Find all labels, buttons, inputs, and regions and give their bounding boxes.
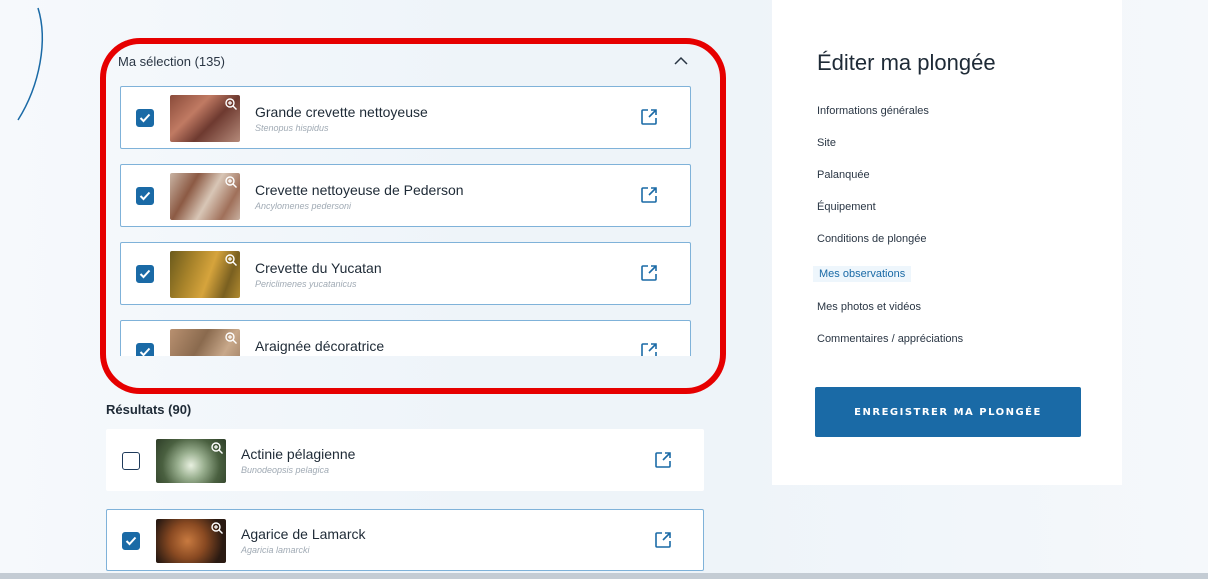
species-thumbnail bbox=[156, 519, 226, 563]
zoom-in-icon[interactable] bbox=[224, 331, 238, 345]
list-item[interactable]: Agarice de Lamarck Agaricia lamarcki bbox=[106, 509, 704, 571]
species-thumbnail bbox=[170, 329, 240, 356]
species-common-name: Grande crevette nettoyeuse bbox=[255, 104, 428, 120]
zoom-in-icon[interactable] bbox=[210, 441, 224, 455]
checkbox-checked-icon[interactable] bbox=[122, 532, 140, 550]
list-item[interactable]: Actinie pélagienne Bunodeopsis pelagica bbox=[106, 429, 704, 491]
species-names: Actinie pélagienne Bunodeopsis pelagica bbox=[241, 446, 355, 475]
species-latin-name: Bunodeopsis pelagica bbox=[241, 465, 330, 475]
species-thumbnail bbox=[170, 173, 240, 220]
zoom-in-icon[interactable] bbox=[224, 175, 238, 189]
selection-title: Ma sélection (135) bbox=[118, 53, 225, 69]
edit-dive-panel: Éditer ma plongée Informations générales… bbox=[772, 0, 1122, 485]
selection-header[interactable]: Ma sélection (135) bbox=[118, 50, 690, 72]
species-names: Crevette nettoyeuse de Pederson Ancylome… bbox=[255, 182, 464, 211]
species-names: Agarice de Lamarck Agaricia lamarcki bbox=[241, 526, 366, 555]
checkbox-checked-icon[interactable] bbox=[136, 187, 154, 205]
species-latin-name: Agaricia lamarcki bbox=[241, 545, 310, 555]
save-dive-button[interactable]: ENREGISTRER MA PLONGÉE bbox=[815, 387, 1081, 437]
list-item[interactable]: Crevette nettoyeuse de Pederson Ancylome… bbox=[120, 164, 691, 227]
nav-item-commentaires[interactable]: Commentaires / appréciations bbox=[817, 332, 963, 364]
species-latin-name: Stenopus hispidus bbox=[255, 123, 329, 133]
species-common-name: Actinie pélagienne bbox=[241, 446, 356, 462]
species-names: Araignée décoratrice bbox=[255, 338, 384, 354]
external-link-icon[interactable] bbox=[653, 530, 673, 550]
external-link-icon[interactable] bbox=[639, 107, 659, 127]
list-item[interactable]: Crevette du Yucatan Periclimenes yucatan… bbox=[120, 242, 691, 305]
nav-item-equipement[interactable]: Équipement bbox=[817, 200, 963, 232]
external-link-icon[interactable] bbox=[639, 185, 659, 205]
checkbox-empty-icon[interactable] bbox=[122, 452, 140, 470]
selection-list[interactable]: Grande crevette nettoyeuse Stenopus hisp… bbox=[120, 86, 695, 356]
species-latin-name: Periclimenes yucatanicus bbox=[255, 279, 357, 289]
species-common-name: Araignée décoratrice bbox=[255, 338, 385, 354]
nav-item-informations-generales[interactable]: Informations générales bbox=[817, 104, 963, 136]
section-nav: Informations générales Site Palanquée Éq… bbox=[813, 104, 963, 364]
checkbox-checked-icon[interactable] bbox=[136, 109, 154, 127]
list-item[interactable]: Araignée décoratrice bbox=[120, 320, 691, 356]
checkbox-checked-icon[interactable] bbox=[136, 265, 154, 283]
zoom-in-icon[interactable] bbox=[224, 253, 238, 267]
external-link-icon[interactable] bbox=[639, 263, 659, 283]
nav-item-observations[interactable]: Mes observations bbox=[813, 266, 912, 282]
checkbox-checked-icon[interactable] bbox=[136, 343, 154, 356]
nav-item-conditions[interactable]: Conditions de plongée bbox=[817, 232, 963, 264]
species-common-name: Agarice de Lamarck bbox=[241, 526, 366, 542]
decorative-curve bbox=[17, 7, 43, 121]
nav-item-site[interactable]: Site bbox=[817, 136, 963, 168]
species-latin-name: Ancylomenes pedersoni bbox=[255, 201, 352, 211]
results-list[interactable]: Actinie pélagienne Bunodeopsis pelagica … bbox=[106, 429, 706, 579]
results-title: Résultats (90) bbox=[106, 402, 192, 417]
species-thumbnail bbox=[170, 251, 240, 298]
species-thumbnail bbox=[156, 439, 226, 483]
species-thumbnail bbox=[170, 95, 240, 142]
panel-title: Éditer ma plongée bbox=[817, 50, 996, 75]
external-link-icon[interactable] bbox=[639, 341, 659, 356]
chevron-up-icon[interactable] bbox=[672, 54, 690, 68]
species-names: Grande crevette nettoyeuse Stenopus hisp… bbox=[255, 104, 428, 133]
list-item[interactable]: Grande crevette nettoyeuse Stenopus hisp… bbox=[120, 86, 691, 149]
species-names: Crevette du Yucatan Periclimenes yucatan… bbox=[255, 260, 382, 289]
zoom-in-icon[interactable] bbox=[210, 521, 224, 535]
external-link-icon[interactable] bbox=[653, 450, 673, 470]
selection-panel: Ma sélection (135) Grande crevette netto… bbox=[104, 38, 704, 388]
nav-item-photos-videos[interactable]: Mes photos et vidéos bbox=[817, 300, 963, 332]
species-common-name: Crevette du Yucatan bbox=[255, 260, 382, 276]
zoom-in-icon[interactable] bbox=[224, 97, 238, 111]
species-common-name: Crevette nettoyeuse de Pederson bbox=[255, 182, 464, 198]
bottom-scroll-bar bbox=[0, 573, 1208, 579]
nav-item-palanquee[interactable]: Palanquée bbox=[817, 168, 963, 200]
